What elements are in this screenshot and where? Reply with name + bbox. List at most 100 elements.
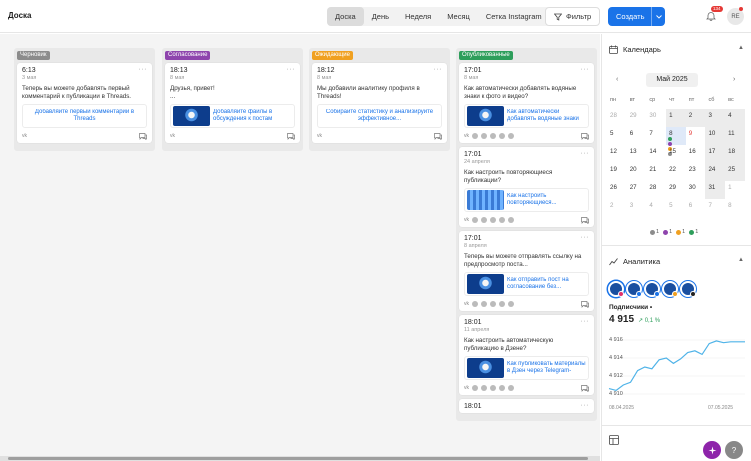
calendar-day[interactable]: 5 [666,199,686,217]
calendar-day[interactable]: 3 [705,109,726,127]
calendar-day[interactable]: 19 [607,163,627,181]
calendar-day[interactable]: 6 [627,127,647,145]
more-icon[interactable]: ··· [581,234,590,241]
calendar-day[interactable]: 7 [646,127,666,145]
account-avatar[interactable] [662,281,678,297]
layout-icon[interactable] [609,435,619,445]
analytics-header[interactable]: Аналитика ▲ [602,251,751,271]
more-icon[interactable]: ··· [581,150,590,157]
chevron-up-icon[interactable]: ▲ [738,45,744,51]
more-icon[interactable]: ··· [434,66,443,73]
create-button[interactable]: Создать [608,7,665,26]
calendar-day[interactable]: 29 [627,109,647,127]
tab-1[interactable]: День [364,7,397,26]
more-icon[interactable]: ··· [139,66,148,73]
post-card[interactable]: 18:13 8 мая ··· Друзья, привет! ... Добавляй… [165,63,300,143]
calendar-day[interactable]: 30 [686,181,706,199]
calendar-day[interactable]: 28 [607,109,627,127]
calendar-header[interactable]: Календарь ▲ [602,39,751,59]
comments-icon[interactable] [581,301,589,308]
tab-4[interactable]: Сетка Instagram [478,7,550,26]
chevron-up-icon[interactable]: ▲ [738,257,744,263]
calendar-day[interactable]: 5 [607,127,627,145]
calendar-day[interactable]: 4 [725,109,745,127]
comments-icon[interactable] [287,133,295,140]
calendar-day[interactable]: 17 [705,145,726,163]
post-link-preview[interactable]: Как отправить пост на согласование без..… [464,272,589,296]
calendar-day[interactable]: 2 [685,109,706,127]
post-link-preview[interactable]: Как автоматически добавлять водяные знак… [464,104,589,128]
calendar-day[interactable]: 1 [725,181,745,199]
calendar-day[interactable]: 26 [607,181,627,199]
bell-icon[interactable] [706,11,716,21]
calendar-day[interactable]: 8 [725,199,745,217]
post-card[interactable]: 18:12 8 мая ··· Мы добавили аналитику профи… [312,63,447,143]
calendar-day[interactable]: 10 [705,127,726,145]
account-avatar[interactable] [680,281,696,297]
post-link-preview[interactable]: Как настроить повторяющиеся... [464,188,589,212]
calendar-day[interactable]: 29 [666,181,686,199]
post-link-preview[interactable]: Как публиковать материалы в Дзен через T… [464,356,589,380]
calendar-day[interactable]: 9 [686,127,706,145]
calendar-day[interactable]: 20 [627,163,647,181]
next-month-icon[interactable]: › [733,76,735,83]
post-link-preview[interactable]: Добавляйте файлы в обсуждения к постам [170,104,295,128]
comments-icon[interactable] [139,133,147,140]
scrollbar-thumb[interactable] [8,457,588,460]
post-card[interactable]: 6:13 3 мая ··· Теперь вы можете добавлять п… [17,63,152,143]
comments-icon[interactable] [581,133,589,140]
calendar-day[interactable]: 12 [607,145,627,163]
comments-icon[interactable] [581,385,589,392]
comments-icon[interactable] [581,217,589,224]
post-link-preview[interactable]: Добавляйте первый комментарий в Threads [22,104,147,128]
account-avatar[interactable] [626,281,642,297]
calendar-day[interactable]: 15 [666,145,686,163]
calendar-day[interactable]: 23 [686,163,706,181]
month-selector[interactable]: Май 2025 [646,73,698,87]
filter-button[interactable]: Фильтр [545,7,601,26]
calendar-day[interactable]: 16 [686,145,706,163]
help-button[interactable]: ? [725,441,743,459]
post-card[interactable]: 18:01 11 апреля ··· Как настроить автоматич… [459,315,594,395]
more-icon[interactable]: ··· [581,402,590,409]
prev-month-icon[interactable]: ‹ [616,76,618,83]
more-icon[interactable]: ··· [581,318,590,325]
calendar-day[interactable]: 13 [627,145,647,163]
calendar-day[interactable]: 1 [666,109,686,127]
calendar-day[interactable]: 4 [646,199,666,217]
comments-icon[interactable] [434,133,442,140]
horizontal-scrollbar[interactable] [0,456,600,461]
tab-0[interactable]: Доска [327,7,364,26]
account-avatar[interactable] [644,281,660,297]
post-card[interactable]: 17:01 8 апреля ··· Теперь вы можете отправл… [459,231,594,311]
calendar-day[interactable]: 3 [627,199,647,217]
post-card[interactable]: 17:01 24 апреля ··· Как настроить повторяющ… [459,147,594,227]
calendar-day[interactable]: 22 [666,163,686,181]
calendar-day[interactable]: 30 [646,109,666,127]
post-link-preview[interactable]: Собирайте статистику и анализируйте эффе… [317,104,442,128]
calendar-day[interactable]: 14 [646,145,666,163]
more-icon[interactable]: ··· [287,66,296,73]
calendar-day[interactable]: 27 [627,181,647,199]
tab-3[interactable]: Месяц [439,7,478,26]
calendar-day[interactable]: 7 [705,199,725,217]
assistant-button[interactable] [703,441,721,459]
metric-label[interactable]: Подписчики • [609,304,652,311]
post-card[interactable]: 17:01 8 мая ··· Как автоматически добавлять… [459,63,594,143]
calendar-day[interactable]: 2 [607,199,627,217]
calendar-day[interactable]: 18 [725,145,745,163]
calendar-week: 19 20 21 22 23 24 25 [607,163,745,181]
calendar-day[interactable]: 31 [705,181,726,199]
tab-2[interactable]: Неделя [397,7,439,26]
calendar-day[interactable]: 11 [725,127,745,145]
account-avatar[interactable] [608,281,624,297]
calendar-day[interactable]: 6 [686,199,706,217]
chevron-down-icon[interactable] [651,7,665,26]
post-card[interactable]: 18:01 ··· [459,399,594,413]
calendar-day[interactable]: 28 [646,181,666,199]
calendar-day[interactable]: 24 [705,163,726,181]
calendar-day[interactable]: 21 [646,163,666,181]
calendar-day[interactable]: 8 [666,127,686,156]
calendar-day[interactable]: 25 [725,163,745,181]
more-icon[interactable]: ··· [581,66,590,73]
